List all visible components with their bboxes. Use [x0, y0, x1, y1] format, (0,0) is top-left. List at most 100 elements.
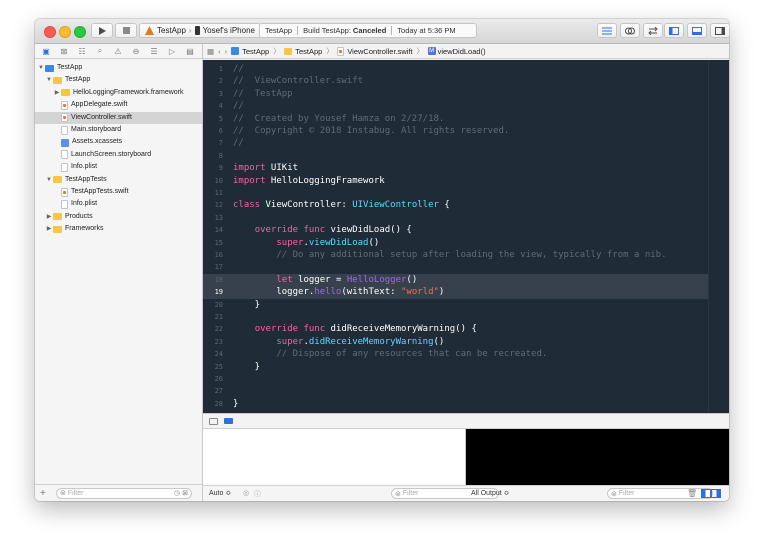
code-line[interactable]: 8 — [203, 150, 709, 162]
split-view-icon[interactable] — [701, 489, 721, 498]
tree-row-selected[interactable]: ViewController.swift — [35, 111, 202, 124]
code-line[interactable]: 14 override func viewDidLoad() { — [203, 224, 709, 236]
code-line[interactable]: 22 override func didReceiveMemoryWarning… — [203, 323, 709, 335]
disclosure-down-icon[interactable]: ▼ — [45, 74, 53, 86]
disclosure-right-icon[interactable]: ▶ — [45, 211, 53, 223]
minimize-window-button[interactable] — [59, 26, 71, 38]
disclosure-down-icon[interactable]: ▼ — [37, 62, 45, 74]
editor-minimap[interactable] — [708, 60, 729, 413]
code-line[interactable]: 16 // Do any additional setup after load… — [203, 249, 709, 261]
tree-row[interactable]: ▶ HelloLoggingFramework.framework — [35, 87, 202, 99]
line-number: 10 — [214, 176, 223, 185]
hide-debug-area-icon[interactable] — [209, 417, 218, 425]
plist-icon — [61, 162, 68, 172]
stop-button[interactable] — [115, 23, 137, 38]
code-line[interactable]: 21 — [203, 311, 709, 323]
add-file-icon[interactable]: + — [40, 488, 50, 499]
variables-view[interactable] — [203, 429, 466, 485]
code-line[interactable]: 7 // — [203, 137, 709, 149]
code-line[interactable]: 19 logger.hello(withText: "world") — [203, 286, 709, 299]
breakpoint-navigator-icon[interactable]: ▷ — [163, 47, 181, 56]
trash-icon[interactable]: 🗑 — [687, 489, 697, 498]
code-line[interactable]: 5 // Created by Yousef Hamza on 2/27/18. — [203, 113, 709, 125]
related-items-icon[interactable]: ▦ — [207, 47, 214, 56]
visibility-icon[interactable]: ◎ — [243, 489, 249, 497]
info-icon[interactable]: ⓘ — [254, 489, 261, 499]
report-navigator-icon[interactable]: ▤ — [181, 47, 199, 56]
code-line[interactable]: 15 super.viewDidLoad() — [203, 237, 709, 249]
tree-row[interactable]: Info.plist — [35, 161, 202, 173]
code-line[interactable]: 26 — [203, 373, 709, 385]
toggle-debug-area-button[interactable] — [687, 23, 707, 38]
breadcrumb-method[interactable]: M viewDidLoad() — [427, 47, 486, 56]
code-line[interactable]: 18 let logger = HelloLogger() — [203, 273, 709, 287]
find-navigator-icon[interactable]: ⌕ — [91, 46, 109, 56]
recent-files-icon[interactable]: ◷ — [174, 489, 180, 497]
project-navigator-icon[interactable]: ▣ — [37, 47, 55, 56]
code-line[interactable]: 23 super.didReceiveMemoryWarning() — [203, 336, 709, 348]
storyboard-icon — [61, 125, 68, 135]
close-window-button[interactable] — [44, 26, 56, 38]
source-control-icon[interactable]: ⊠ — [55, 47, 73, 56]
tree-row[interactable]: ▼ TestAppTests — [35, 174, 202, 186]
code-line[interactable]: 9 import UIKit — [203, 162, 709, 174]
code-line[interactable]: 27 — [203, 385, 709, 397]
breadcrumb-file[interactable]: ViewController.swift — [337, 46, 413, 56]
zoom-window-button[interactable] — [74, 26, 86, 38]
code-line[interactable]: 28} — [203, 398, 709, 410]
breakpoints-toggle-icon[interactable] — [224, 418, 233, 424]
code-line[interactable]: 3 // TestApp — [203, 88, 709, 100]
tree-label: HelloLoggingFramework.framework — [73, 88, 184, 96]
code-line[interactable]: 24 // Dispose of any resources that can … — [203, 348, 709, 360]
forward-arrow-icon[interactable]: › — [225, 47, 228, 56]
code-line[interactable]: 13 — [203, 212, 709, 224]
tree-row[interactable]: LaunchScreen.storyboard — [35, 149, 202, 161]
version-editor-button[interactable] — [643, 23, 663, 38]
toggle-navigator-button[interactable] — [664, 23, 684, 38]
code-token: // TestApp — [233, 88, 293, 99]
toggle-utilities-button[interactable] — [710, 23, 729, 38]
variables-mode-selector[interactable]: Auto ≎ — [209, 489, 231, 497]
console-output[interactable] — [466, 429, 729, 485]
tree-row[interactable]: ▼ TestApp — [35, 62, 202, 74]
code-text: import UIKit — [233, 162, 298, 174]
tree-row[interactable]: ▶ Products — [35, 211, 202, 223]
issue-navigator-icon[interactable]: ⚠ — [109, 47, 127, 56]
tree-row[interactable]: ▼ TestApp — [35, 74, 202, 86]
code-token: HelloLogger — [346, 274, 407, 285]
output-mode-selector[interactable]: All Output ≎ — [471, 489, 510, 497]
test-navigator-icon[interactable]: ⊖ — [127, 47, 145, 56]
symbol-navigator-icon[interactable]: ☷ — [73, 47, 91, 56]
code-line[interactable]: 25 } — [203, 361, 709, 373]
navigator-filter-field[interactable]: ⊜ Filter ◷ ⊠ — [56, 487, 192, 499]
tree-row[interactable]: Main.storyboard — [35, 124, 202, 136]
tree-row[interactable]: Info.plist — [35, 198, 202, 210]
code-line[interactable]: 1 // — [203, 63, 709, 75]
tree-row[interactable]: Assets.xcassets — [35, 136, 202, 148]
source-control-filter-icon[interactable]: ⊠ — [182, 489, 188, 497]
tree-row[interactable]: ▶ Frameworks — [35, 223, 202, 235]
code-line[interactable]: 6 // Copyright © 2018 Instabug. All right… — [203, 125, 709, 137]
code-line[interactable]: 20 } — [203, 299, 709, 311]
disclosure-right-icon[interactable]: ▶ — [45, 223, 53, 235]
back-arrow-icon[interactable]: ‹ — [218, 47, 221, 56]
debug-navigator-icon[interactable]: ☰ — [145, 47, 163, 56]
source-editor[interactable]: 1 // 2 // ViewController.swift 3 // TestApp 4 /… — [203, 60, 729, 413]
code-line[interactable]: 11 — [203, 187, 709, 199]
run-button[interactable] — [91, 23, 113, 38]
tree-row[interactable]: AppDelegate.swift — [35, 99, 202, 111]
code-line[interactable]: 4 // — [203, 100, 709, 112]
scheme-selector[interactable]: TestApp › Yosef's iPhone — [139, 23, 261, 38]
code-line[interactable]: 12 class ViewController: UIViewController… — [203, 199, 709, 211]
code-line[interactable]: 10 import HelloLoggingFramework — [203, 175, 709, 187]
assistant-editor-button[interactable] — [620, 23, 640, 38]
tree-row[interactable]: TestAppTests.swift — [35, 186, 202, 198]
disclosure-right-icon[interactable]: ▶ — [53, 87, 61, 99]
code-line[interactable]: 2 // ViewController.swift — [203, 75, 709, 87]
code-line[interactable]: 17 — [203, 261, 709, 273]
breadcrumb-folder[interactable]: TestApp — [284, 47, 322, 56]
standard-editor-button[interactable] — [597, 23, 617, 38]
breadcrumb-chevron-icon: 〉 — [326, 48, 334, 55]
disclosure-down-icon[interactable]: ▼ — [45, 174, 53, 186]
breadcrumb-project[interactable]: TestApp — [231, 47, 269, 56]
